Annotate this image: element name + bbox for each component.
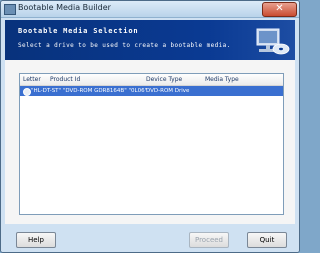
close-button[interactable]: ✕ [262,2,297,17]
column-product-id[interactable]: Product Id [50,76,80,83]
cell-product-id: "HL-DT-ST" "DVD-ROM GDR8164B" "0L06" [31,88,148,94]
column-letter[interactable]: Letter [23,76,41,83]
column-media-type[interactable]: Media Type [205,76,239,83]
app-icon [4,4,16,15]
column-device-type[interactable]: Device Type [146,76,182,83]
computer-disc-icon [256,28,290,55]
disc-drive-icon [23,88,31,96]
header-subtitle: Select a drive to be used to create a bo… [18,42,231,49]
header-banner: Bootable Media Selection Select a drive … [5,20,295,60]
cell-device-type: DVD-ROM Drive [146,88,190,94]
proceed-button[interactable]: Proceed [189,232,229,248]
window-title: Bootable Media Builder [18,3,111,12]
header-title: Bootable Media Selection [18,27,139,35]
title-bar[interactable]: Bootable Media Builder ✕ [1,1,299,18]
help-button[interactable]: Help [16,232,56,248]
drive-list[interactable]: Letter Product Id Device Type Media Type… [19,73,284,215]
quit-button[interactable]: Quit [247,232,287,248]
list-header: Letter Product Id Device Type Media Type [20,74,283,86]
table-row[interactable]: "HL-DT-ST" "DVD-ROM GDR8164B" "0L06" DVD… [20,86,283,96]
bootable-media-builder-window: Bootable Media Builder ✕ Bootable Media … [0,0,300,253]
